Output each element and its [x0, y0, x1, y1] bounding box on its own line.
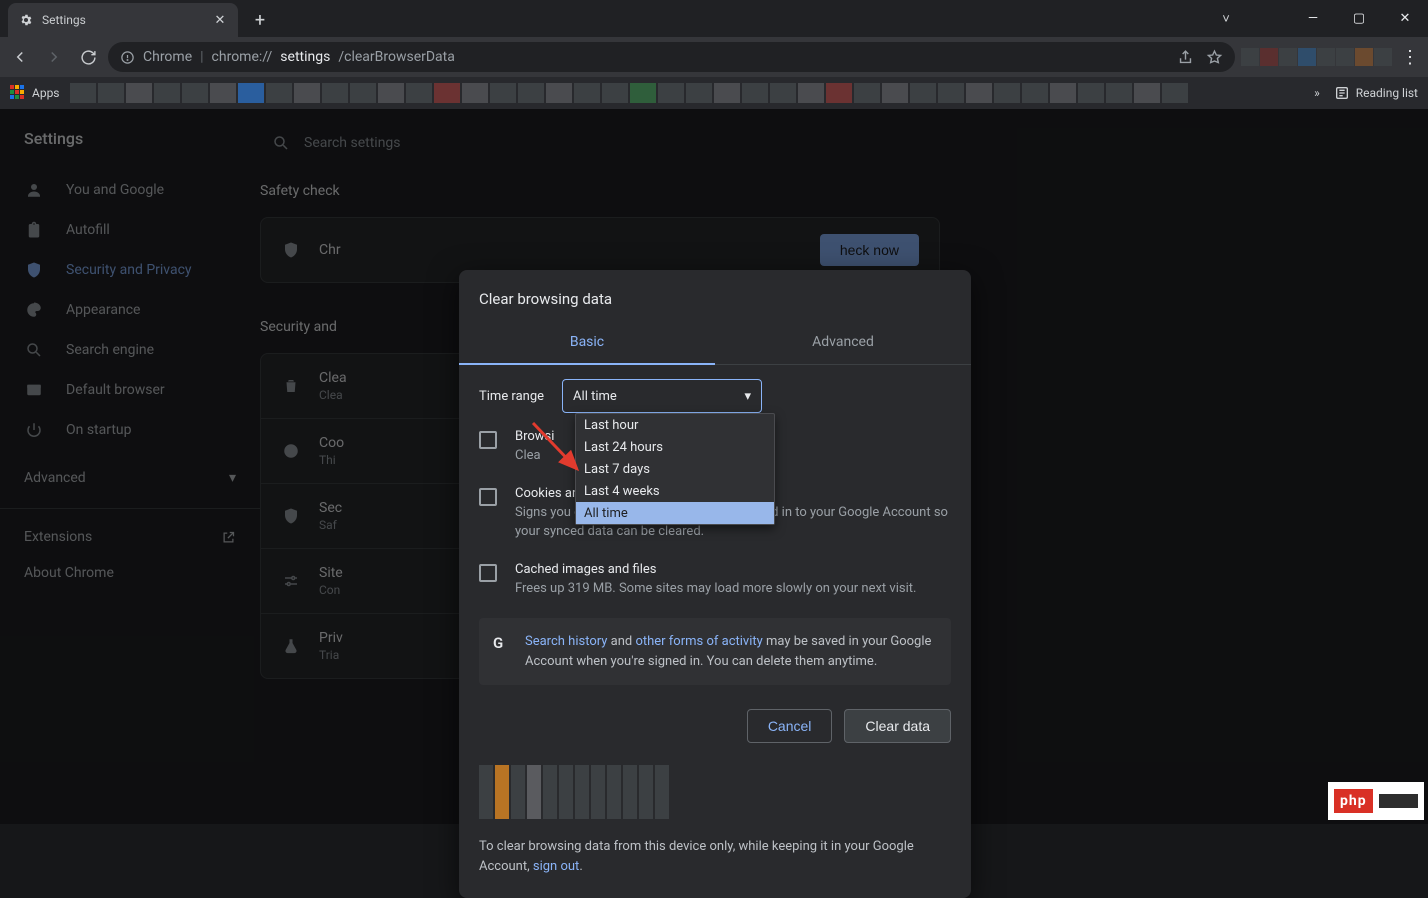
time-range-row: Time range All time ▾ Last hour Last 24 … — [479, 379, 951, 413]
url-scheme: chrome:// — [212, 49, 273, 65]
time-range-select[interactable]: All time ▾ — [562, 379, 762, 413]
browser-titlebar: Settings ✕ + ˅ — ▢ ✕ — [0, 0, 1428, 37]
reading-list-label: Reading list — [1356, 86, 1418, 100]
time-option-last-24-hours[interactable]: Last 24 hours — [576, 436, 774, 458]
checkbox[interactable] — [479, 431, 497, 449]
clear-browsing-data-dialog: Clear browsing data Basic Advanced Time … — [459, 270, 971, 898]
check-title: Browsi — [515, 429, 554, 444]
time-option-last-4-weeks[interactable]: Last 4 weeks — [576, 480, 774, 502]
reload-button[interactable] — [74, 43, 102, 71]
footer-dot: . — [579, 859, 582, 874]
other-activity-link[interactable]: other forms of activity — [635, 634, 762, 649]
bookmark-star-icon[interactable] — [1206, 49, 1223, 66]
watermark: php — [1328, 782, 1424, 820]
url-path-rest: /clearBrowserData — [338, 49, 455, 65]
tab-advanced[interactable]: Advanced — [715, 320, 971, 364]
check-sub: Frees up 319 MB. Some sites may load mor… — [515, 580, 916, 599]
dialog-actions: Cancel Clear data — [459, 685, 971, 743]
apps-shortcut-label: Apps — [32, 86, 60, 100]
time-range-label: Time range — [479, 389, 544, 404]
checkbox[interactable] — [479, 564, 497, 582]
share-icon[interactable] — [1177, 49, 1194, 66]
forward-button[interactable] — [40, 43, 68, 71]
bookmarks-overflow-button[interactable]: » — [1314, 86, 1320, 100]
site-info-icon[interactable] — [120, 50, 135, 65]
window-minimize-button[interactable]: — — [1290, 0, 1336, 37]
search-history-link[interactable]: Search history — [525, 634, 607, 649]
gear-icon — [18, 12, 34, 28]
check-title: Cached images and files — [515, 562, 916, 577]
browser-menu-button[interactable]: ⋮ — [1398, 47, 1422, 68]
time-option-last-hour[interactable]: Last hour — [576, 414, 774, 436]
apps-shortcut[interactable]: Apps — [10, 85, 60, 101]
tabs-overflow-chevron[interactable]: ˅ — [1212, 0, 1240, 37]
back-button[interactable] — [6, 43, 34, 71]
tab-basic[interactable]: Basic — [459, 320, 715, 364]
url-path-bold: settings — [280, 49, 330, 65]
window-controls: — ▢ ✕ — [1290, 0, 1428, 37]
new-tab-button[interactable]: + — [246, 6, 274, 34]
browser-tab-settings[interactable]: Settings ✕ — [8, 3, 238, 37]
time-option-last-7-days[interactable]: Last 7 days — [576, 458, 774, 480]
close-tab-button[interactable]: ✕ — [212, 12, 228, 28]
browser-toolbar: Chrome | chrome://settings/clearBrowserD… — [0, 37, 1428, 77]
dialog-title: Clear browsing data — [459, 270, 971, 320]
watermark-php-label: php — [1334, 789, 1373, 813]
address-bar[interactable]: Chrome | chrome://settings/clearBrowserD… — [108, 42, 1235, 72]
watermark-bar — [1379, 794, 1418, 808]
time-range-dropdown: Last hour Last 24 hours Last 7 days Last… — [575, 413, 775, 525]
time-option-all-time[interactable]: All time — [576, 502, 774, 524]
apps-grid-icon — [10, 85, 26, 101]
reading-list-button[interactable]: Reading list — [1334, 85, 1418, 101]
tab-title-label: Settings — [42, 13, 86, 27]
sign-out-link[interactable]: sign out — [533, 859, 579, 874]
window-maximize-button[interactable]: ▢ — [1336, 0, 1382, 37]
google-g-icon: G — [493, 632, 511, 671]
dialog-account-redacted — [479, 765, 951, 819]
bookmarks-redacted — [70, 83, 1305, 103]
activity-notice: G Search history and other forms of acti… — [479, 618, 951, 685]
cancel-button[interactable]: Cancel — [747, 709, 833, 743]
window-close-button[interactable]: ✕ — [1382, 0, 1428, 37]
bookmarks-bar: Apps » Reading list — [0, 77, 1428, 109]
notice-text: and — [607, 634, 635, 649]
url-chip: Chrome — [143, 49, 192, 65]
check-sub: Clea — [515, 447, 554, 466]
dialog-tabs: Basic Advanced — [459, 320, 971, 365]
chevron-down-icon: ▾ — [745, 389, 752, 404]
dialog-footer-text: To clear browsing data from this device … — [459, 819, 971, 876]
checkbox[interactable] — [479, 488, 497, 506]
extensions-area-redacted — [1241, 48, 1392, 66]
check-cached[interactable]: Cached images and files Frees up 319 MB.… — [479, 546, 951, 603]
settings-page: Settings You and Google Autofill Securit… — [0, 109, 1428, 824]
time-range-value: All time — [573, 389, 617, 404]
clear-data-button[interactable]: Clear data — [844, 709, 951, 743]
